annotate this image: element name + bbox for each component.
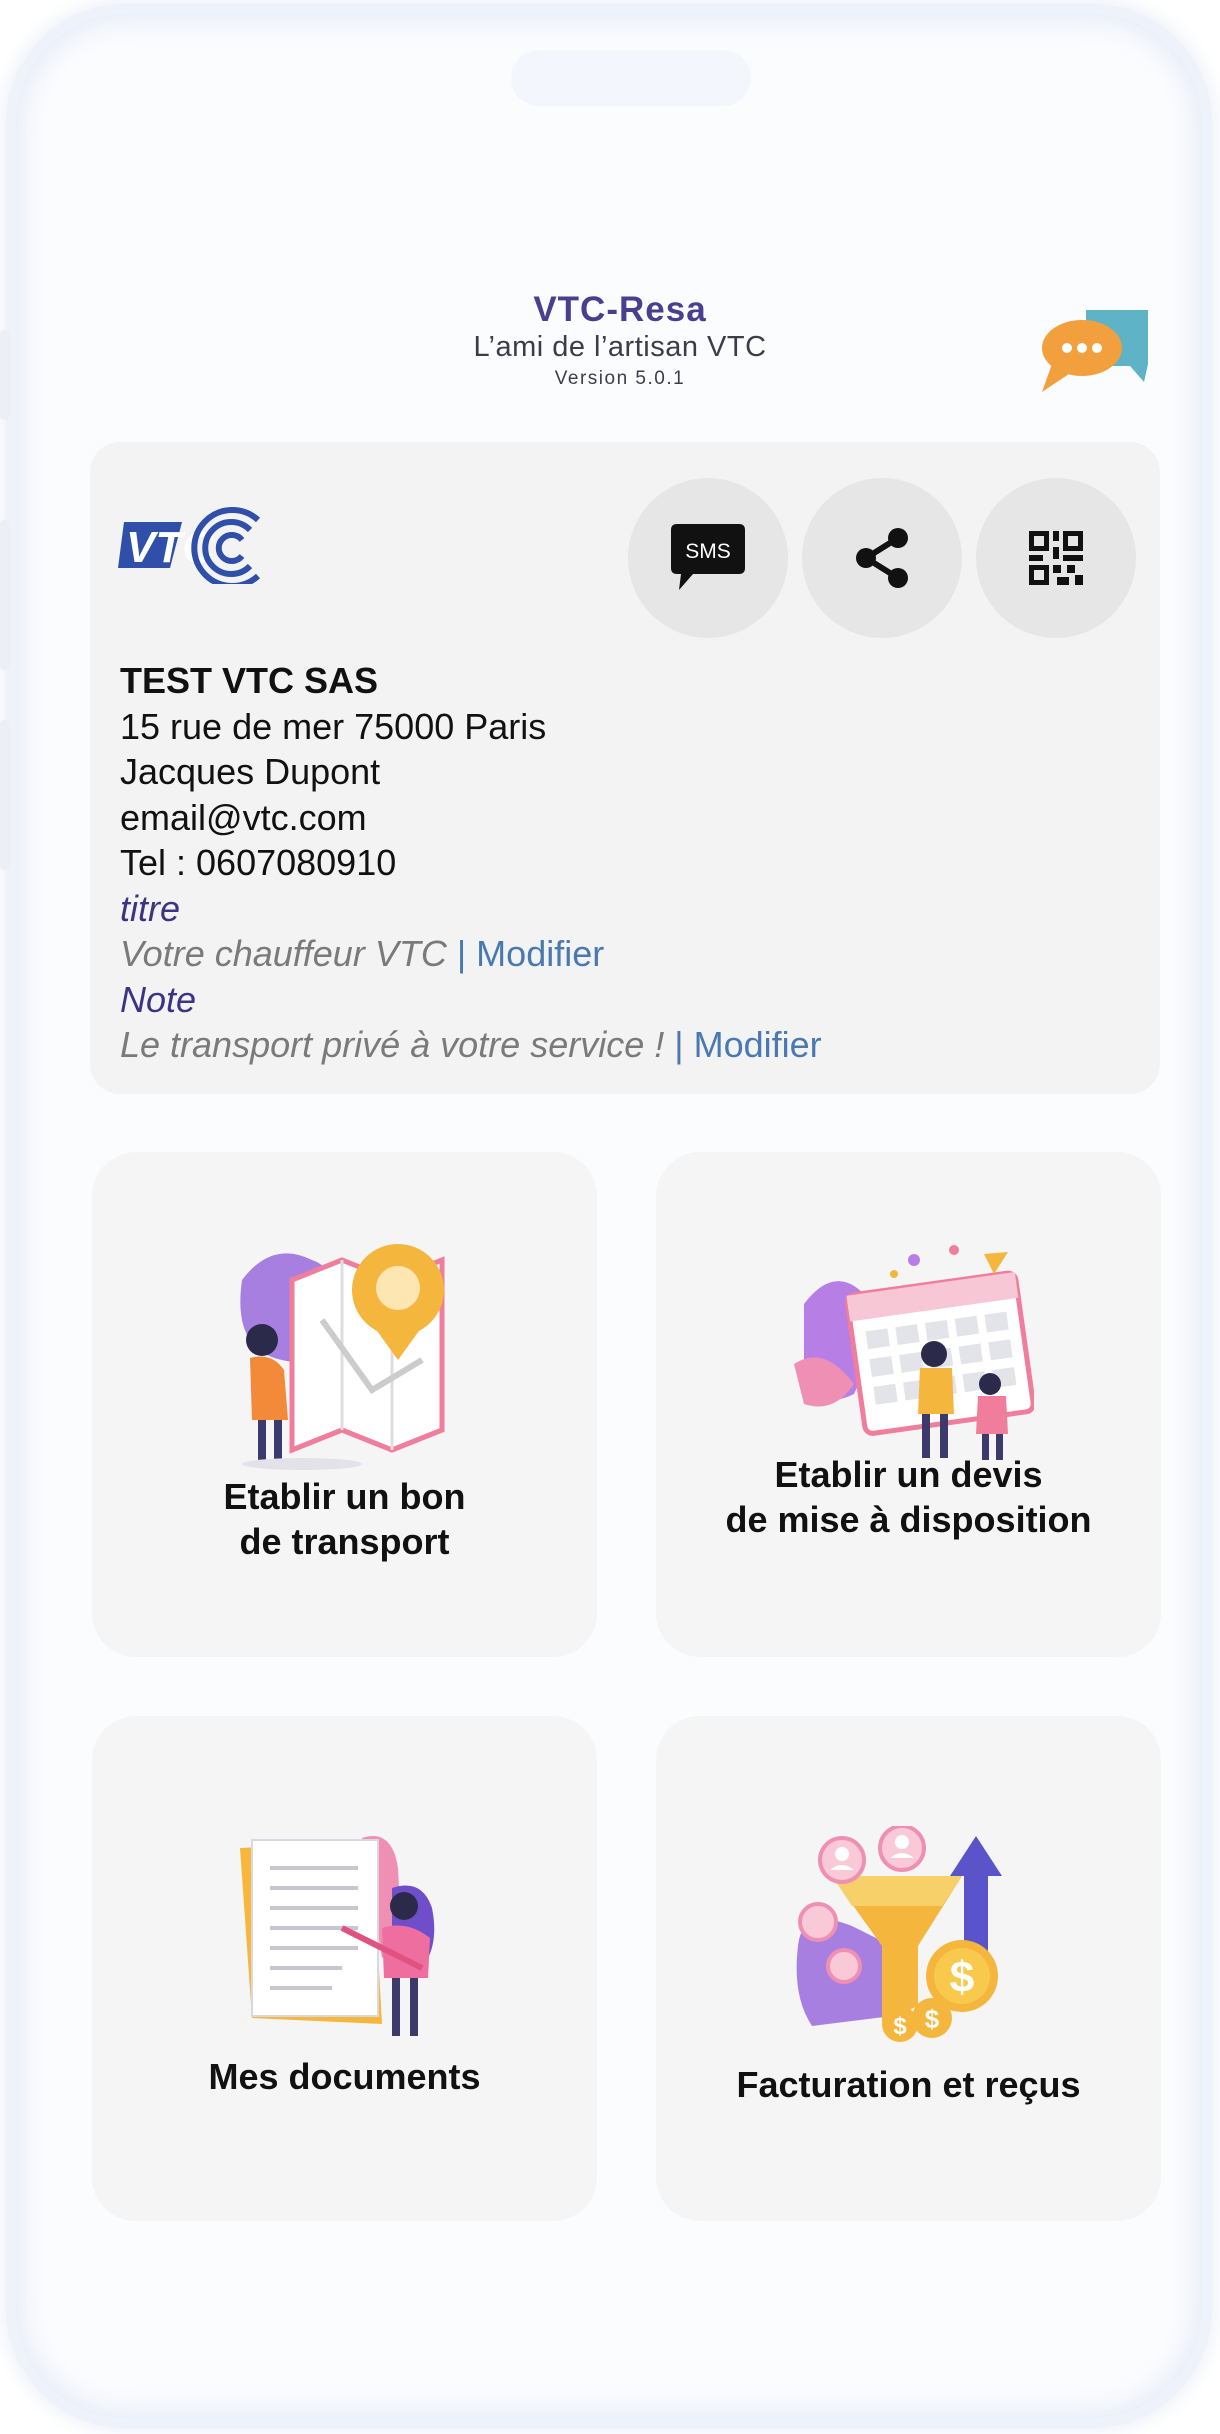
quote-tile[interactable]: Etablir un devis de mise à disposition <box>656 1152 1161 1657</box>
sms-button[interactable]: SMS <box>628 478 788 638</box>
qr-code-icon <box>1029 531 1083 585</box>
share-button[interactable] <box>802 478 962 638</box>
phone-side-button <box>0 720 10 870</box>
svg-text:$: $ <box>925 2004 940 2034</box>
modify-note-link[interactable]: | Modifier <box>674 1024 821 1065</box>
titre-value: Votre chauffeur VTC <box>120 933 447 974</box>
vtc-logo: VTC <box>118 500 264 589</box>
profile-card: VTC SMS TEST VTC SAS 15 rue de mer 75000… <box>90 442 1160 1094</box>
contact-name: Jacques Dupont <box>120 751 381 792</box>
profile-info: TEST VTC SAS 15 rue de mer 75000 Paris J… <box>120 658 1120 1068</box>
map-location-illustration <box>240 1244 445 1470</box>
note-row: Le transport privé à votre service ! | M… <box>120 1022 1120 1068</box>
company-address: 15 rue de mer 75000 Paris <box>120 705 547 747</box>
quote-label: Etablir un devis de mise à disposition <box>725 1454 1092 1540</box>
note-value: Le transport privé à votre service ! <box>120 1024 675 1065</box>
company-name: TEST VTC SAS <box>120 660 379 701</box>
modify-titre-link[interactable]: | Modifier <box>457 933 604 974</box>
sms-icon: SMS <box>671 524 745 590</box>
app-subtitle: L’ami de l’artisan VTC <box>473 331 767 363</box>
app-title: VTC-Resa <box>533 290 707 329</box>
svg-text:SMS: SMS <box>685 540 731 563</box>
chat-bubbles-icon[interactable] <box>1040 308 1152 394</box>
note-label: Note <box>120 978 197 1020</box>
billing-funnel-illustration: $ $ $ <box>796 1826 1002 2042</box>
app-version: Version 5.0.1 <box>554 368 686 389</box>
documents-illustration <box>240 1836 435 2036</box>
svg-text:$: $ <box>950 1953 974 2002</box>
titre-label: titre <box>120 887 181 929</box>
billing-tile[interactable]: $ $ $ Facturation et reçus <box>656 1716 1161 2221</box>
transport-voucher-tile[interactable]: Etablir un bon de transport <box>92 1152 597 1657</box>
documents-label: Mes documents <box>208 2056 481 2097</box>
qr-code-button[interactable] <box>976 478 1136 638</box>
titre-row: Votre chauffeur VTC | Modifier <box>120 931 1120 977</box>
contact-email: email@vtc.com <box>120 796 367 838</box>
share-icon <box>856 528 908 588</box>
calendar-planning-illustration <box>794 1245 1034 1460</box>
transport-voucher-label: Etablir un bon de transport <box>223 1476 466 1562</box>
contact-phone: Tel : 0607080910 <box>120 842 397 883</box>
phone-side-button <box>0 520 10 670</box>
billing-label: Facturation et reçus <box>736 2064 1081 2105</box>
documents-tile[interactable]: Mes documents <box>92 1716 597 2221</box>
phone-notch <box>511 50 751 106</box>
svg-text:$: $ <box>893 2013 907 2040</box>
